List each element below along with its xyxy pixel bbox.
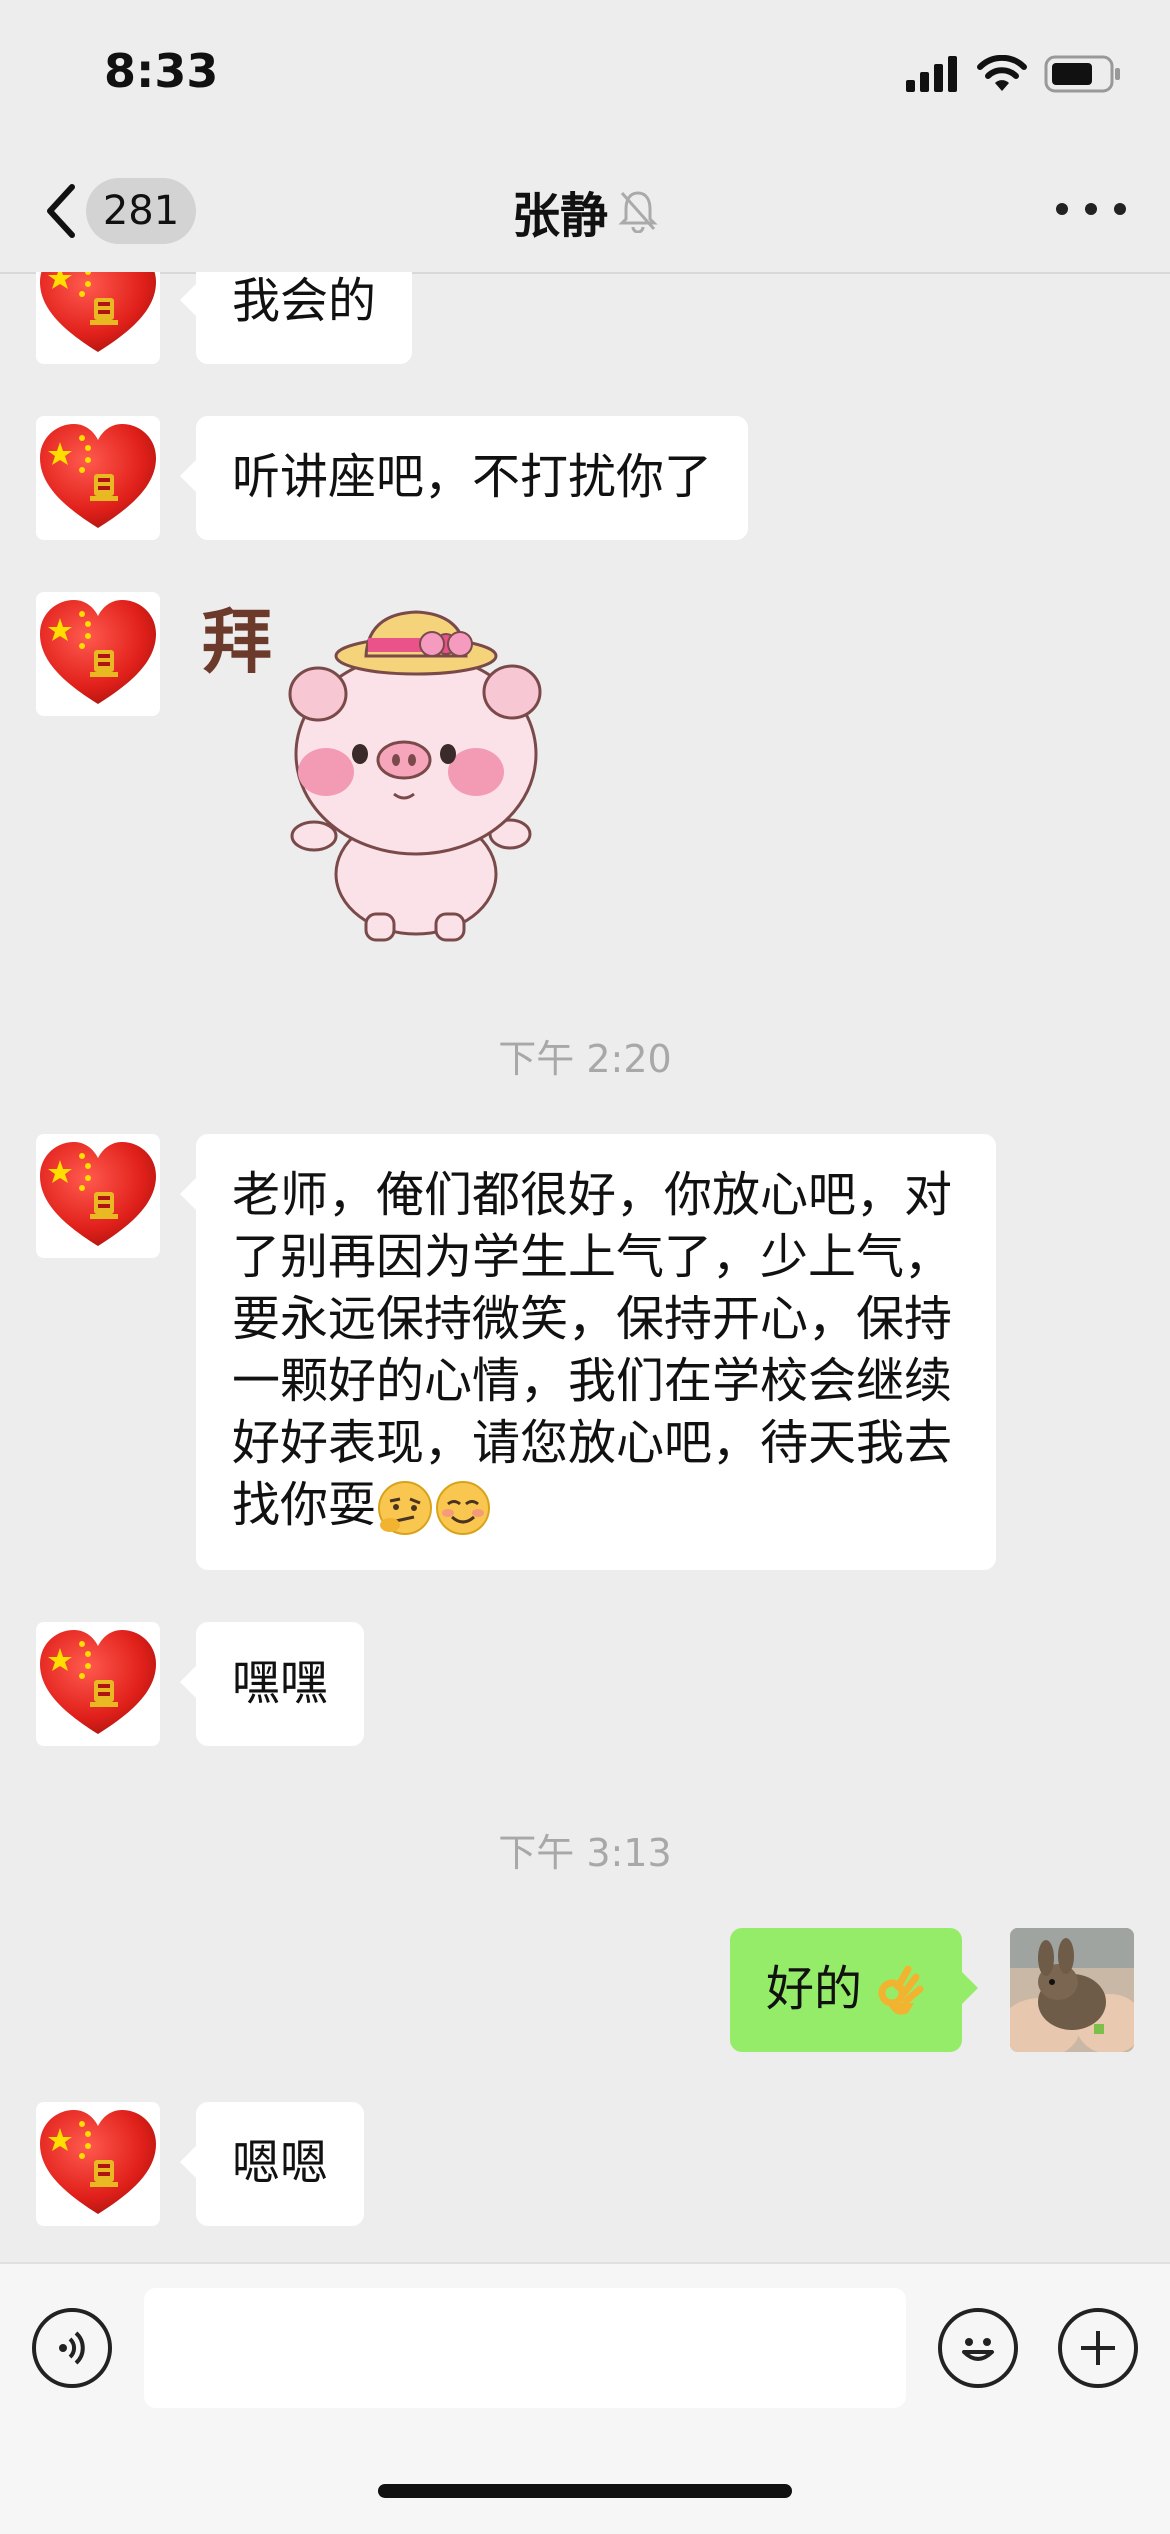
timestamp: 下午 2:20 xyxy=(498,1037,672,1081)
voice-button[interactable] xyxy=(32,2308,112,2388)
contact-name: 张静 xyxy=(511,188,608,244)
emoji-icon xyxy=(962,2338,994,2361)
status-time: 8:33 xyxy=(104,44,219,98)
avatar[interactable] xyxy=(36,272,160,364)
avatar[interactable] xyxy=(36,592,160,716)
status-bar: 8:33 xyxy=(0,0,1170,150)
self-avatar[interactable] xyxy=(1010,1928,1134,2052)
more-icon xyxy=(1056,203,1068,215)
timestamp: 下午 3:13 xyxy=(498,1831,672,1875)
message-text: 我会的 xyxy=(232,273,377,329)
avatar[interactable] xyxy=(36,2102,160,2226)
plus-button[interactable] xyxy=(1058,2308,1138,2388)
smile-emoji xyxy=(434,1479,492,1537)
message-bubble[interactable]: 嘿嘿 xyxy=(179,1622,365,1746)
thinking-emoji xyxy=(376,1479,434,1537)
avatar[interactable] xyxy=(36,1622,160,1746)
emoji-button[interactable] xyxy=(938,2308,1018,2388)
message-bubble-self[interactable]: 好的 xyxy=(730,1928,979,2052)
status-icons xyxy=(906,50,1122,98)
message-text: 嘿嘿 xyxy=(232,1655,329,1711)
pig-sticker[interactable]: 拜 xyxy=(196,586,566,946)
rabbit-photo-icon xyxy=(1010,1928,1134,2052)
sticker-text: 拜 xyxy=(202,600,272,683)
ok-hand-emoji xyxy=(868,1963,926,2021)
more-button[interactable] xyxy=(1056,194,1126,224)
plus-icon xyxy=(1081,2331,1115,2365)
chat-header: 281 张静 xyxy=(0,150,1170,274)
chat-area[interactable]: 我会的 听讲座吧，不打扰你了 拜 下午 2:20 老师，俺们都很好，你放心吧，对… xyxy=(0,272,1170,2262)
voice-icon xyxy=(59,2331,85,2365)
message-bubble[interactable]: 老师，俺们都很好，你放心吧，对了别再因为学生上气了，少上气，要永远保持微笑，保持… xyxy=(180,1134,996,1570)
message-text: 老师，俺们都很好，你放心吧，对了别再因为学生上气了，少上气，要永远保持微笑，保持… xyxy=(232,1167,953,1533)
message-bubble[interactable]: 我会的 xyxy=(179,272,413,364)
muted-bell-icon xyxy=(618,191,658,233)
message-bubble[interactable]: 嗯嗯 xyxy=(179,2102,365,2226)
pig-icon xyxy=(288,610,542,942)
home-indicator xyxy=(378,2484,792,2498)
chat-title[interactable]: 张静 xyxy=(0,176,1170,246)
wifi-icon xyxy=(977,55,1027,91)
battery-icon xyxy=(1044,55,1120,93)
message-text: 好的 xyxy=(766,1961,863,2017)
message-input[interactable] xyxy=(144,2288,906,2408)
message-bubble[interactable]: 听讲座吧，不打扰你了 xyxy=(179,416,749,540)
message-text: 嗯嗯 xyxy=(232,2135,329,2191)
avatar[interactable] xyxy=(36,416,160,540)
signal-icon xyxy=(906,56,957,92)
avatar[interactable] xyxy=(36,1134,160,1258)
message-text: 听讲座吧，不打扰你了 xyxy=(232,449,713,505)
